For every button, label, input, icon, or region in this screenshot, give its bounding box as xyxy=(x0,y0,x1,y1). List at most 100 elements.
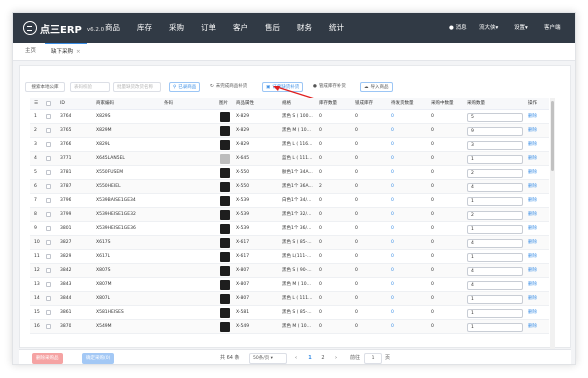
delete-row-link[interactable]: 删除 xyxy=(528,138,537,152)
delete-row-link[interactable]: 删除 xyxy=(528,264,537,278)
purchase-qty-input[interactable]: 5 xyxy=(467,112,523,122)
purchase-qty-input[interactable]: 1 xyxy=(467,308,523,318)
notification-link[interactable]: ● 消息 xyxy=(449,13,467,43)
delete-row-link[interactable]: 删除 xyxy=(528,208,537,222)
menu-finance[interactable]: 财务 xyxy=(297,13,312,43)
table-row[interactable]: 15 3861 X581HEISES X-581 黑色 S ( 85-... 0 0 0 0 1 删… xyxy=(30,306,549,320)
settings-menu[interactable]: 设置▾ xyxy=(514,13,528,43)
purchase-qty-input[interactable]: 3 xyxy=(467,140,523,150)
product-thumbnail[interactable] xyxy=(220,210,230,220)
barcode-input[interactable]: 表码校验 xyxy=(70,82,110,92)
row-checkbox[interactable] xyxy=(46,296,51,301)
purchase-qty-input[interactable]: 4 xyxy=(467,238,523,248)
delete-row-link[interactable]: 删除 xyxy=(528,166,537,180)
purchase-qty-input[interactable]: 4 xyxy=(467,266,523,276)
logo[interactable]: 点三ERP v6.2.0 xyxy=(23,20,104,36)
table-row[interactable]: 4 3771 X645LAN5EL X-645 蓝色 L ( 111... 0 0 0 0 1 删除 xyxy=(30,152,549,166)
row-checkbox[interactable] xyxy=(46,310,51,315)
table-row[interactable]: 7 3796 X539BAISE1GE34 X-539 白色1个 34/... 0 0 0 0 1… xyxy=(30,194,549,208)
cell-pending[interactable]: 0 xyxy=(391,124,394,138)
purchase-qty-input[interactable]: 1 xyxy=(467,252,523,262)
purchase-qty-input[interactable]: 9 xyxy=(467,126,523,136)
page-size-select[interactable]: 50条/页 ▾ xyxy=(249,353,287,364)
delete-row-link[interactable]: 删除 xyxy=(528,278,537,292)
delete-row-link[interactable]: 删除 xyxy=(528,110,537,124)
purchase-qty-input[interactable]: 1 xyxy=(467,224,523,234)
user-menu[interactable]: 流大侠▾ xyxy=(479,13,498,43)
page-2[interactable]: 2 xyxy=(318,353,328,364)
row-checkbox[interactable] xyxy=(46,240,51,245)
next-page-button[interactable]: › xyxy=(331,353,341,364)
table-row[interactable]: 1 3764 X829S X-829 黑色 S ( 100... 0 0 0 0 5 删除 xyxy=(30,110,549,124)
cell-pending[interactable]: 0 xyxy=(391,222,394,236)
bulk-name-input[interactable]: 批量缺货改货名称 xyxy=(113,82,161,92)
tab-home[interactable]: 主页 xyxy=(19,43,42,60)
delete-row-link[interactable]: 删除 xyxy=(528,236,537,250)
cell-pending[interactable]: 0 xyxy=(391,208,394,222)
delete-row-link[interactable]: 删除 xyxy=(528,180,537,194)
client-link[interactable]: 客户端 xyxy=(544,13,561,43)
purchase-qty-input[interactable]: 1 xyxy=(467,294,523,304)
row-checkbox[interactable] xyxy=(46,170,51,175)
stock-restock-button[interactable]: ● 管成库存补货 xyxy=(313,82,346,92)
product-thumbnail[interactable] xyxy=(220,280,230,290)
product-thumbnail[interactable] xyxy=(220,322,230,332)
delete-row-link[interactable]: 删除 xyxy=(528,292,537,306)
delete-row-link[interactable]: 删除 xyxy=(528,320,537,334)
cell-pending[interactable]: 0 xyxy=(391,264,394,278)
menu-statistics[interactable]: 统计 xyxy=(329,13,344,43)
row-checkbox[interactable] xyxy=(46,324,51,329)
product-thumbnail[interactable] xyxy=(220,154,230,164)
purchase-qty-input[interactable]: 4 xyxy=(467,182,523,192)
header-barcode[interactable]: 条码 xyxy=(164,98,173,110)
row-checkbox[interactable] xyxy=(46,212,51,217)
table-row[interactable]: 14 3844 X807L X-807 黑色 L ( 111... 0 0 0 0 1 删除 xyxy=(30,292,549,306)
import-goods-button[interactable]: ☁ 导入商品 xyxy=(360,82,393,92)
header-attr[interactable]: 商品属性 xyxy=(236,98,254,110)
unfinished-restock-button[interactable]: ↻ 未完成商品补货 xyxy=(210,82,247,92)
header-spec[interactable]: 规格 xyxy=(282,98,291,110)
delete-row-link[interactable]: 删除 xyxy=(528,250,537,264)
purchase-qty-input[interactable]: 2 xyxy=(467,210,523,220)
product-thumbnail[interactable] xyxy=(220,126,230,136)
header-id[interactable]: ID xyxy=(60,98,65,110)
menu-orders[interactable]: 订单 xyxy=(201,13,216,43)
delete-row-link[interactable]: 删除 xyxy=(528,306,537,320)
product-thumbnail[interactable] xyxy=(220,182,230,192)
column-settings-icon[interactable]: ☰ xyxy=(34,98,38,110)
cell-pending[interactable]: 0 xyxy=(391,236,394,250)
purchase-qty-input[interactable]: 1 xyxy=(467,154,523,164)
cell-pending[interactable]: 0 xyxy=(391,180,394,194)
delete-row-link[interactable]: 删除 xyxy=(528,124,537,138)
product-thumbnail[interactable] xyxy=(220,252,230,262)
product-thumbnail[interactable] xyxy=(220,224,230,234)
purchase-qty-input[interactable]: 4 xyxy=(467,280,523,290)
menu-purchase[interactable]: 采购 xyxy=(169,13,184,43)
scrollbar[interactable] xyxy=(550,98,555,349)
cell-pending[interactable]: 0 xyxy=(391,278,394,292)
select-all-checkbox[interactable] xyxy=(46,101,51,106)
purchase-qty-input[interactable]: 1 xyxy=(467,196,523,206)
row-checkbox[interactable] xyxy=(46,282,51,287)
table-row[interactable]: 5 3781 X550FUSEM X-550 肤色1个 34A... 0 0 0 0 2 删除 xyxy=(30,166,549,180)
goto-page-input[interactable]: 1 xyxy=(364,353,382,364)
table-row[interactable]: 8 3799 X539HEISE1GE32 X-539 黑色1个 32/... 0 0 0 0 2… xyxy=(30,208,549,222)
menu-goods[interactable]: 商品 xyxy=(105,13,120,43)
delete-row-link[interactable]: 删除 xyxy=(528,194,537,208)
product-thumbnail[interactable] xyxy=(220,238,230,248)
table-row[interactable]: 10 3827 X617S X-617 黑色 S ( 85-... 0 0 0 0 4 删除 xyxy=(30,236,549,250)
row-checkbox[interactable] xyxy=(46,128,51,133)
cell-pending[interactable]: 0 xyxy=(391,152,394,166)
header-code[interactable]: 商家编码 xyxy=(96,98,114,110)
page-1[interactable]: 1 xyxy=(305,353,315,364)
table-row[interactable]: 3 3766 X829L X-829 黑色 L ( 116... 0 0 0 0 3 删除 xyxy=(30,138,549,152)
product-thumbnail[interactable] xyxy=(220,266,230,276)
delete-row-link[interactable]: 删除 xyxy=(528,152,537,166)
product-thumbnail[interactable] xyxy=(220,168,230,178)
purchase-qty-input[interactable]: 2 xyxy=(467,168,523,178)
cell-pending[interactable]: 0 xyxy=(391,292,394,306)
tab-shortage-purchase[interactable]: 缺下采购 × xyxy=(45,43,87,60)
row-checkbox[interactable] xyxy=(46,226,51,231)
product-thumbnail[interactable] xyxy=(220,196,230,206)
confirm-purchase-button[interactable]: 确定采购(0) xyxy=(82,353,115,364)
